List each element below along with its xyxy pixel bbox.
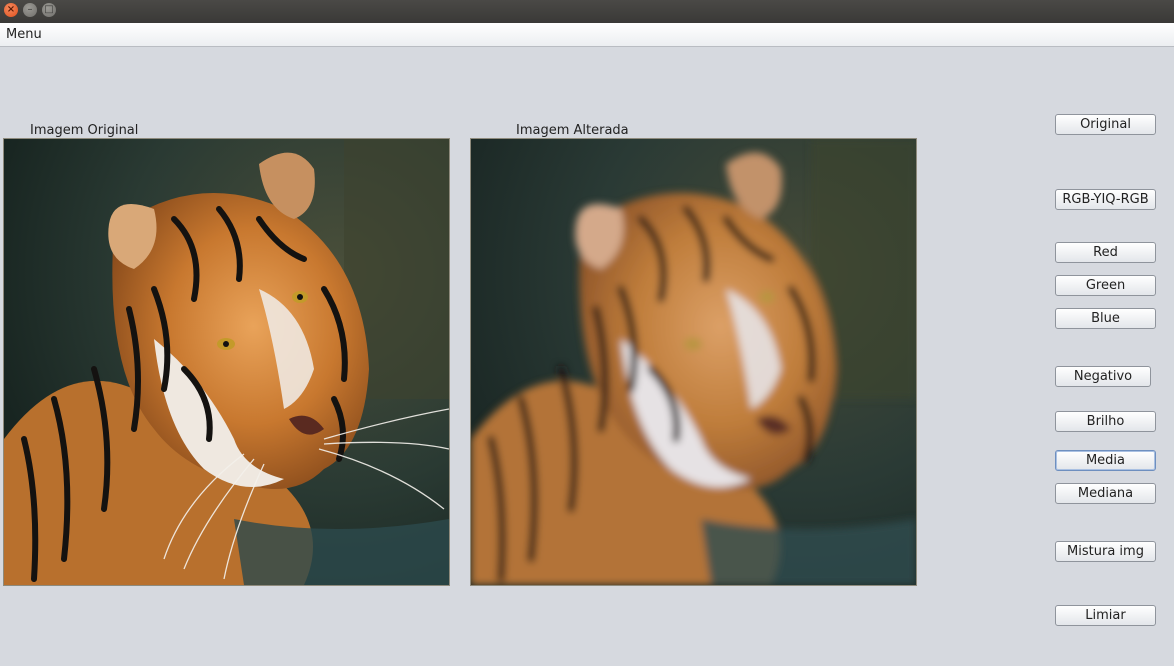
original-button[interactable]: Original — [1055, 114, 1156, 135]
altered-image-panel — [470, 138, 917, 586]
blue-button[interactable]: Blue — [1055, 308, 1156, 329]
window-minimize-button[interactable]: – — [23, 3, 37, 17]
media-button[interactable]: Media — [1055, 450, 1156, 471]
original-image-panel — [3, 138, 450, 586]
altered-tiger-image — [471, 139, 916, 585]
altered-image-label: Imagem Alterada — [516, 123, 629, 138]
green-button[interactable]: Green — [1055, 275, 1156, 296]
brilho-button[interactable]: Brilho — [1055, 411, 1156, 432]
menubar: Menu — [0, 23, 1174, 47]
menu-item-menu[interactable]: Menu — [6, 27, 42, 42]
window-titlebar: × – □ — [0, 0, 1174, 23]
limiar-button[interactable]: Limiar — [1055, 605, 1156, 626]
window-maximize-button[interactable]: □ — [42, 3, 56, 17]
original-image-label: Imagem Original — [30, 123, 139, 138]
mediana-button[interactable]: Mediana — [1055, 483, 1156, 504]
window-close-button[interactable]: × — [4, 3, 18, 17]
red-button[interactable]: Red — [1055, 242, 1156, 263]
negativo-button[interactable]: Negativo — [1055, 366, 1151, 387]
original-tiger-image — [4, 139, 449, 585]
rgb-yiq-rgb-button[interactable]: RGB-YIQ-RGB — [1055, 189, 1156, 210]
mistura-img-button[interactable]: Mistura img — [1055, 541, 1156, 562]
